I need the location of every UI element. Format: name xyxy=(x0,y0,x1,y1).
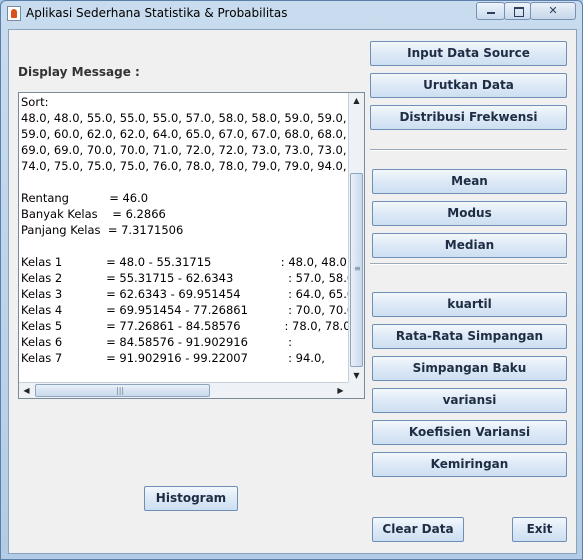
vertical-scrollbar[interactable]: ▲ ≡ ▼ xyxy=(348,93,364,383)
display-text-area[interactable]: Sort: 48.0, 48.0, 55.0, 55.0, 55.0, 57.0,… xyxy=(20,94,349,382)
title-bar[interactable]: Aplikasi Sederhana Statistika & Probabil… xyxy=(1,1,582,27)
display-line: Kelas 2 = 55.31715 - 62.6343 : 57.0, 58.… xyxy=(21,271,349,285)
display-line: Sort: xyxy=(21,95,49,109)
horizontal-scrollbar[interactable]: ◀ ||| ▶ xyxy=(19,382,348,398)
display-line: 59.0, 60.0, 62.0, 62.0, 64.0, 65.0, 67.0… xyxy=(21,127,347,141)
app-window: Aplikasi Sederhana Statistika & Probabil… xyxy=(0,0,583,560)
separator xyxy=(370,263,567,265)
minimize-icon xyxy=(487,12,495,14)
display-line: Kelas 5 = 77.26861 - 84.58576 : 78.0, 78… xyxy=(21,319,349,333)
rata-rata-simpangan-button[interactable]: Rata-Rata Simpangan xyxy=(372,324,567,349)
display-line: Panjang Kelas = 7.3171506 xyxy=(21,223,184,237)
display-line: Banyak Kelas = 6.2866 xyxy=(21,207,166,221)
variansi-button[interactable]: variansi xyxy=(372,388,567,413)
display-message-label: Display Message : xyxy=(18,65,140,79)
main-panel: Display Message : Sort: 48.0, 48.0, 55.0,… xyxy=(8,29,577,554)
median-button[interactable]: Median xyxy=(372,233,567,258)
histogram-button[interactable]: Histogram xyxy=(144,486,238,511)
scroll-left-arrow-icon[interactable]: ◀ xyxy=(19,383,34,398)
display-line: Kelas 3 = 62.6343 - 69.951454 : 64.0, 65… xyxy=(21,287,349,301)
java-cup-icon xyxy=(7,6,21,21)
exit-button[interactable]: Exit xyxy=(512,517,567,542)
horizontal-scroll-thumb[interactable]: ||| xyxy=(35,384,210,397)
display-line xyxy=(20,174,349,190)
mean-button[interactable]: Mean xyxy=(372,169,567,194)
display-line xyxy=(20,366,349,382)
simpangan-baku-button[interactable]: Simpangan Baku xyxy=(372,356,567,381)
display-line: 69.0, 69.0, 70.0, 70.0, 71.0, 72.0, 72.0… xyxy=(21,143,347,157)
scroll-right-arrow-icon[interactable]: ▶ xyxy=(333,383,348,398)
kuartil-button[interactable]: kuartil xyxy=(372,292,567,317)
window-title: Aplikasi Sederhana Statistika & Probabil… xyxy=(26,6,288,20)
display-line: Kelas 6 = 84.58576 - 91.902916 : xyxy=(21,335,293,349)
modus-button[interactable]: Modus xyxy=(372,201,567,226)
grip-icon: ≡ xyxy=(354,264,361,273)
close-button[interactable]: ✕ xyxy=(530,2,576,20)
separator xyxy=(370,149,567,151)
display-line: Kelas 7 = 91.902916 - 99.22007 : 94.0, xyxy=(21,351,325,365)
scroll-up-arrow-icon[interactable]: ▲ xyxy=(349,93,364,108)
display-line: 74.0, 75.0, 75.0, 75.0, 76.0, 78.0, 78.0… xyxy=(21,159,347,173)
scroll-down-arrow-icon[interactable]: ▼ xyxy=(349,368,364,383)
display-line: Rentang = 46.0 xyxy=(21,191,149,205)
maximize-icon xyxy=(514,7,524,17)
display-line: 48.0, 48.0, 55.0, 55.0, 55.0, 57.0, 58.0… xyxy=(21,111,347,125)
kemiringan-button[interactable]: Kemiringan xyxy=(372,452,567,477)
minimize-button[interactable] xyxy=(476,2,505,20)
distribusi-frekwensi-button[interactable]: Distribusi Frekwensi xyxy=(370,105,567,130)
maximize-button[interactable] xyxy=(504,2,531,20)
close-icon: ✕ xyxy=(548,4,558,17)
display-line: Kelas 4 = 69.951454 - 77.26861 : 70.0, 7… xyxy=(21,303,349,317)
input-data-source-button[interactable]: Input Data Source xyxy=(370,41,567,66)
vertical-scroll-thumb[interactable]: ≡ xyxy=(350,173,363,367)
display-line: Kelas 1 = 48.0 - 55.31715 : 48.0, 48.0, xyxy=(21,255,349,269)
clear-data-button[interactable]: Clear Data xyxy=(372,517,464,542)
koefisien-variansi-button[interactable]: Koefisien Variansi xyxy=(372,420,567,445)
display-scroll-pane: Sort: 48.0, 48.0, 55.0, 55.0, 55.0, 57.0,… xyxy=(18,92,365,399)
grip-icon: ||| xyxy=(116,386,125,395)
urutkan-data-button[interactable]: Urutkan Data xyxy=(370,73,567,98)
display-line xyxy=(20,238,349,254)
scroll-corner xyxy=(348,382,364,398)
